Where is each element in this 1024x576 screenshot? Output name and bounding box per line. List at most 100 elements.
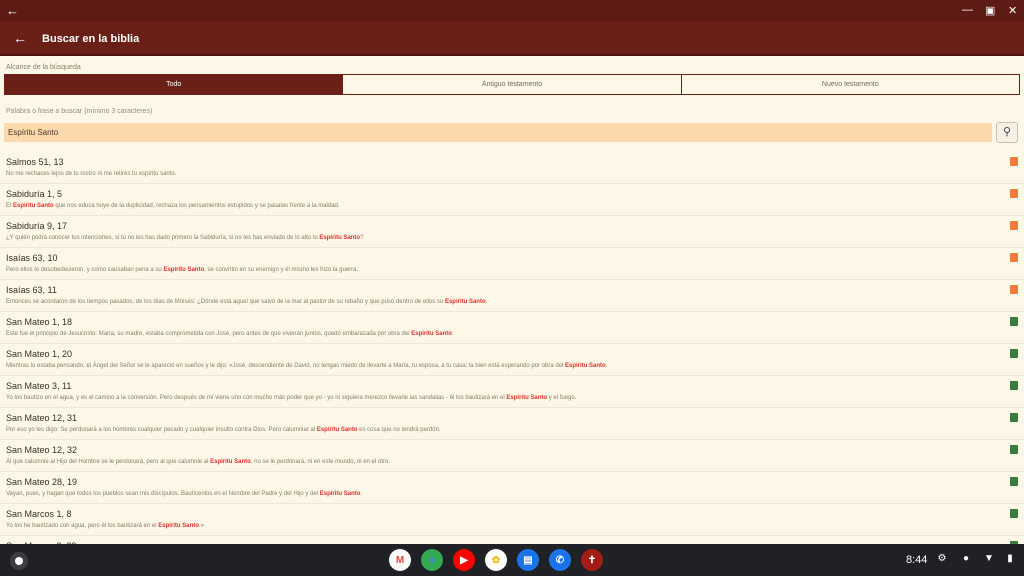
page-title: Buscar en la biblia	[42, 33, 140, 45]
search-button[interactable]: ⚲	[996, 122, 1018, 143]
result-item[interactable]: San Mateo 12, 31 Por eso yo les digo: Se …	[0, 408, 1024, 440]
youtube-icon[interactable]: ▶	[453, 549, 475, 571]
verse-text: Yo los bautizo en el agua, y es el camin…	[6, 395, 507, 401]
verse-text: es cosa que no tendrá perdón.	[357, 427, 441, 433]
minimize-icon[interactable]: —	[962, 4, 973, 16]
result-item[interactable]: San Mateo 3, 11 Yo los bautizo en el agua…	[0, 376, 1024, 408]
result-verse: Yo los he bautizado con agua, pero él lo…	[6, 523, 204, 529]
results-list: Salmos 51, 13 No me rechaces lejos de tu …	[0, 152, 1024, 544]
window-back-icon[interactable]: ←	[6, 3, 19, 18]
result-item[interactable]: San Marcos 3, 29	[0, 536, 1024, 544]
scope-option-new-testament[interactable]: Nuevo testamento	[681, 75, 1019, 94]
result-verse: Entonces se acordaron de los tiempos pas…	[6, 299, 487, 305]
verse-text: Mientras lo estaba pensando, el Ángel de…	[6, 363, 566, 369]
result-verse: El Espíritu Santo que nos educa huye de …	[6, 203, 340, 209]
back-button[interactable]: ←	[13, 30, 27, 46]
gmail-icon[interactable]: M	[389, 549, 411, 571]
verse-text: El	[6, 203, 14, 209]
verse-text: .»	[198, 523, 204, 529]
battery-icon[interactable]: ▮	[1004, 553, 1016, 565]
scope-selector: Todo Antiguo testamento Nuevo testamento	[4, 74, 1020, 95]
result-verse: Pero ellos lo desobedecieron, y como cau…	[6, 267, 358, 273]
result-reference: San Marcos 1, 8	[6, 509, 72, 519]
result-verse: No me rechaces lejos de tu rostro ni me …	[6, 171, 176, 177]
book-icon[interactable]	[1010, 349, 1018, 358]
book-icon[interactable]	[1010, 445, 1018, 454]
settings-icon[interactable]: ⚙	[936, 553, 948, 565]
verse-text: Este fue el principio de Jesucristo: Mar…	[6, 331, 412, 337]
scope-label: Alcance de la búsqueda	[6, 64, 81, 71]
verse-highlight: Espíritu Santo	[210, 459, 251, 465]
verse-text: y el fuego.	[547, 395, 577, 401]
search-panel: Alcance de la búsqueda Todo Antiguo test…	[0, 56, 1024, 544]
book-icon[interactable]	[1010, 413, 1018, 422]
chrome-icon[interactable]: ●	[421, 549, 443, 571]
result-verse: Al que calumnie al Hijo del Hombre se le…	[6, 459, 390, 465]
notification-icon[interactable]: ●	[960, 553, 972, 565]
book-icon[interactable]	[1010, 381, 1018, 390]
verse-text: Pero ellos lo desobedecieron, y como cau…	[6, 267, 164, 273]
verse-text: Al que calumnie al Hijo del Hombre se le…	[6, 459, 211, 465]
photos-icon[interactable]: ✿	[485, 549, 507, 571]
app-bar: ← Buscar en la biblia	[0, 22, 1024, 56]
result-reference: San Mateo 28, 19	[6, 477, 78, 487]
result-item[interactable]: San Mateo 1, 18 Este fue el principio de …	[0, 312, 1024, 344]
result-item[interactable]: Isaías 63, 10 Pero ellos lo desobedeciero…	[0, 248, 1024, 280]
verse-highlight: Espíritu Santo	[411, 331, 452, 337]
search-input[interactable]	[4, 123, 992, 142]
result-item[interactable]: San Mateo 12, 32 Al que calumnie al Hijo …	[0, 440, 1024, 472]
book-icon[interactable]	[1010, 317, 1018, 326]
result-verse: Por eso yo les digo: Se perdonará a los …	[6, 427, 441, 433]
result-reference: Sabiduría 9, 17	[6, 221, 68, 231]
result-reference: San Mateo 12, 31	[6, 413, 78, 423]
verse-highlight: Espíritu Santo	[316, 427, 358, 433]
scope-option-old-testament[interactable]: Antiguo testamento	[343, 75, 682, 94]
result-item[interactable]: Isaías 63, 11 Entonces se acordaron de lo…	[0, 280, 1024, 312]
verse-text: ¿Y quién podrá conocer tus intenciones, …	[6, 235, 320, 241]
messages-icon[interactable]: ▤	[517, 549, 539, 571]
verse-text: Entonces se acordaron de los tiempos pas…	[6, 299, 445, 305]
phone-icon[interactable]: ✆	[549, 549, 571, 571]
book-icon[interactable]	[1010, 253, 1018, 262]
result-item[interactable]: San Marcos 1, 8 Yo los he bautizado con a…	[0, 504, 1024, 536]
book-icon[interactable]	[1010, 221, 1018, 230]
verse-text: .	[360, 491, 363, 497]
result-reference: San Mateo 12, 32	[6, 445, 78, 455]
result-reference: Isaías 63, 11	[6, 285, 57, 295]
result-verse: Mientras lo estaba pensando, el Ángel de…	[6, 363, 607, 369]
result-verse: Vayan, pues, y hagan que todos los puebl…	[6, 491, 362, 497]
verse-text: , se convirtió en su enemigo y él mismo …	[204, 267, 359, 273]
verse-highlight: Espíritu Santo	[565, 363, 606, 369]
scope-option-all[interactable]: Todo	[5, 75, 344, 94]
verse-text: que nos educa huye de la duplicidad, rec…	[53, 203, 340, 209]
verse-text: Yo los he bautizado con agua, pero él lo…	[6, 523, 159, 529]
search-icon: ⚲	[1002, 126, 1012, 138]
result-item[interactable]: San Mateo 1, 20 Mientras lo estaba pensan…	[0, 344, 1024, 376]
verse-text: Vayan, pues, y hagan que todos los puebl…	[6, 491, 320, 497]
maximize-icon[interactable]: ▣	[985, 4, 995, 17]
result-reference: Salmos 51, 13	[6, 157, 64, 167]
book-icon[interactable]	[1010, 189, 1018, 198]
verse-highlight: Espíritu Santo	[13, 203, 54, 209]
result-item[interactable]: Sabiduría 1, 5 El Espíritu Santo que nos …	[0, 184, 1024, 216]
result-reference: San Mateo 1, 20	[6, 349, 73, 359]
result-verse: Este fue el principio de Jesucristo: Mar…	[6, 331, 454, 337]
book-icon[interactable]	[1010, 157, 1018, 166]
verse-highlight: Espíritu Santo	[163, 267, 205, 273]
verse-highlight: Espíritu Santo	[506, 395, 548, 401]
verse-text: .	[451, 331, 454, 337]
launcher-button[interactable]	[10, 552, 28, 570]
book-icon[interactable]	[1010, 285, 1018, 294]
result-item[interactable]: Salmos 51, 13 No me rechaces lejos de tu …	[0, 152, 1024, 184]
verse-highlight: Espíritu Santo	[319, 235, 361, 241]
close-icon[interactable]: ✕	[1008, 4, 1017, 17]
wifi-icon[interactable]: ▼	[983, 553, 995, 565]
book-icon[interactable]	[1010, 477, 1018, 486]
bible-app-icon[interactable]: ✝	[581, 549, 603, 571]
verse-highlight: Espíritu Santo	[319, 491, 361, 497]
book-icon[interactable]	[1010, 509, 1018, 518]
result-item[interactable]: Sabiduría 9, 17 ¿Y quién podrá conocer tu…	[0, 216, 1024, 248]
verse-highlight: Espíritu Santo	[158, 523, 199, 529]
result-item[interactable]: San Mateo 28, 19 Vayan, pues, y hagan que…	[0, 472, 1024, 504]
result-reference: Sabiduría 1, 5	[6, 189, 63, 199]
